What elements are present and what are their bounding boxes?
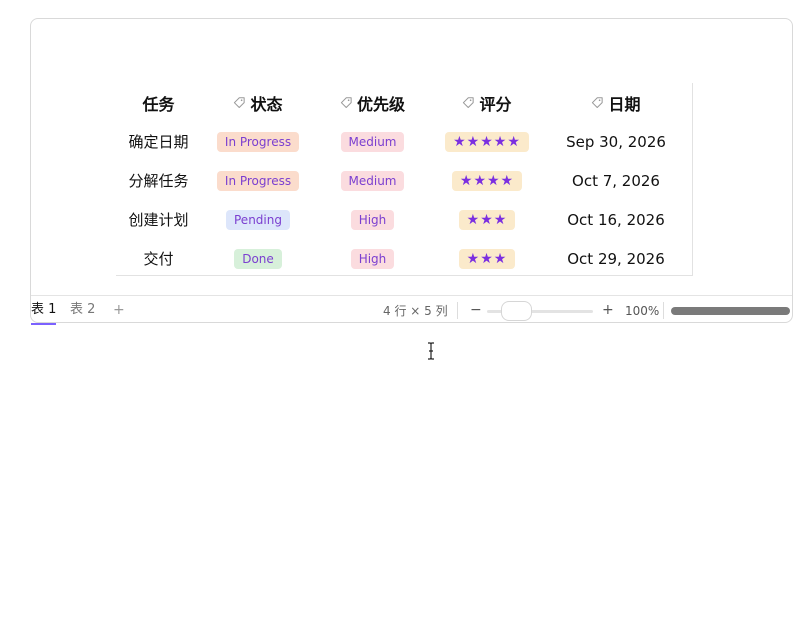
priority-badge: High <box>350 209 395 230</box>
tab-label: 表 1 <box>31 302 57 317</box>
priority-badge: Medium <box>340 131 405 152</box>
header-label: 状态 <box>250 94 283 114</box>
table-dimensions: 4 行 × 5 列 <box>383 304 448 318</box>
status-badge: In Progress <box>216 131 300 152</box>
tab-sheet-2[interactable]: 表 2 <box>70 301 95 323</box>
header-status[interactable]: 状态 <box>201 83 315 122</box>
header-date[interactable]: 日期 <box>544 83 688 122</box>
header-label: 任务 <box>142 94 175 114</box>
date-text: Oct 7, 2026 <box>572 171 660 190</box>
header-label: 评分 <box>479 94 512 114</box>
priority-cell[interactable]: High <box>315 200 430 239</box>
rating-cell[interactable]: ★★★ <box>430 200 544 239</box>
tab-sheet-1[interactable]: 表 1 <box>31 301 57 325</box>
priority-badge: Medium <box>340 170 405 191</box>
date-cell[interactable]: Sep 30, 2026 <box>544 122 688 161</box>
task-cell[interactable]: 确定日期 <box>116 122 201 161</box>
tag-icon <box>233 96 246 109</box>
status-badge: Pending <box>226 209 290 230</box>
task-text: 交付 <box>143 250 174 268</box>
sheet-footer: 表 1 表 2 + 4 行 × 5 列 − + 100% <box>31 295 792 325</box>
data-table: 任务 状态 优先级 评分 日期 确定日期 In Progress Medium … <box>116 83 693 276</box>
date-text: Oct 16, 2026 <box>567 210 665 229</box>
task-text: 分解任务 <box>128 172 189 190</box>
header-task[interactable]: 任务 <box>116 83 201 122</box>
divider <box>663 302 664 319</box>
priority-cell[interactable]: Medium <box>315 122 430 161</box>
priority-cell[interactable]: Medium <box>315 161 430 200</box>
rating-cell[interactable]: ★★★ <box>430 239 544 278</box>
rating-stars: ★★★ <box>458 209 516 230</box>
priority-badge: High <box>350 248 395 269</box>
tag-icon <box>591 96 604 109</box>
rating-cell[interactable]: ★★★★★ <box>430 122 544 161</box>
task-text: 确定日期 <box>128 133 189 151</box>
add-sheet-button[interactable]: + <box>113 301 125 319</box>
rating-stars: ★★★★★ <box>445 131 529 152</box>
text-cursor-icon <box>425 342 437 360</box>
date-text: Sep 30, 2026 <box>566 132 666 151</box>
zoom-out-button[interactable]: − <box>470 301 482 319</box>
status-cell[interactable]: In Progress <box>201 161 315 200</box>
task-text: 创建计划 <box>128 211 189 229</box>
date-text: Oct 29, 2026 <box>567 249 665 268</box>
zoom-level: 100% <box>625 304 660 318</box>
status-badge: In Progress <box>216 170 300 191</box>
rating-stars: ★★★ <box>458 248 516 269</box>
status-badge: Done <box>234 248 282 269</box>
table-row: 确定日期 In Progress Medium ★★★★★ Sep 30, 20… <box>116 122 693 161</box>
priority-cell[interactable]: High <box>315 239 430 278</box>
date-cell[interactable]: Oct 29, 2026 <box>544 239 688 278</box>
header-rating[interactable]: 评分 <box>430 83 544 122</box>
header-label: 日期 <box>608 94 641 114</box>
tag-icon <box>340 96 353 109</box>
header-label: 优先级 <box>356 94 405 114</box>
table-row: 交付 Done High ★★★ Oct 29, 2026 <box>116 239 693 278</box>
zoom-in-button[interactable]: + <box>602 301 614 319</box>
table-row: 创建计划 Pending High ★★★ Oct 16, 2026 <box>116 200 693 239</box>
task-cell[interactable]: 分解任务 <box>116 161 201 200</box>
tab-label: 表 2 <box>70 302 96 317</box>
divider <box>457 302 458 319</box>
date-cell[interactable]: Oct 16, 2026 <box>544 200 688 239</box>
zoom-slider-thumb[interactable] <box>501 301 532 321</box>
tag-icon <box>462 96 475 109</box>
date-cell[interactable]: Oct 7, 2026 <box>544 161 688 200</box>
task-cell[interactable]: 交付 <box>116 239 201 278</box>
header-priority[interactable]: 优先级 <box>315 83 430 122</box>
table-card: 任务 状态 优先级 评分 日期 确定日期 In Progress Medium … <box>30 18 793 325</box>
rating-stars: ★★★★ <box>451 170 523 191</box>
rating-cell[interactable]: ★★★★ <box>430 161 544 200</box>
table-row: 分解任务 In Progress Medium ★★★★ Oct 7, 2026 <box>116 161 693 200</box>
status-cell[interactable]: Pending <box>201 200 315 239</box>
status-cell[interactable]: Done <box>201 239 315 278</box>
table-header-row: 任务 状态 优先级 评分 日期 <box>116 83 693 122</box>
horizontal-scrollbar[interactable] <box>671 307 790 315</box>
status-cell[interactable]: In Progress <box>201 122 315 161</box>
task-cell[interactable]: 创建计划 <box>116 200 201 239</box>
